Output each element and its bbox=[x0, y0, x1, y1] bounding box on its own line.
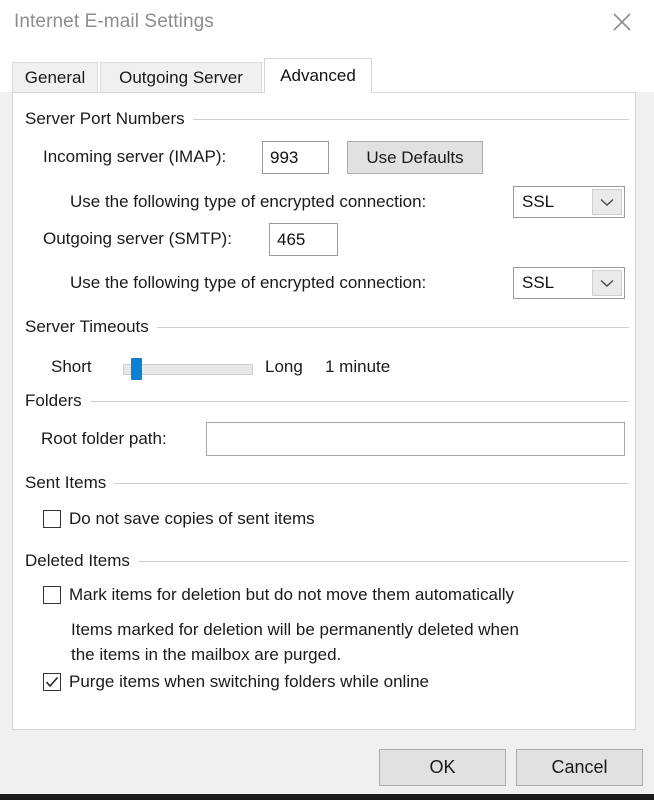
cancel-button-label: Cancel bbox=[551, 757, 608, 777]
tab-outgoing-server-label: Outgoing Server bbox=[119, 67, 243, 87]
chevron-down-icon[interactable] bbox=[592, 189, 622, 215]
tab-strip: General Outgoing Server Advanced bbox=[0, 48, 654, 93]
server-timeout-slider[interactable] bbox=[123, 364, 253, 375]
timeout-long-label: Long bbox=[265, 357, 303, 376]
ok-button-label: OK bbox=[429, 757, 456, 777]
server-timeout-slider-thumb[interactable] bbox=[131, 358, 142, 380]
checkbox-box-checked-icon bbox=[43, 673, 61, 691]
deleted-items-help-text: Items marked for deletion will be perman… bbox=[71, 620, 519, 664]
incoming-encryption-value: SSL bbox=[522, 192, 555, 211]
tab-outgoing-server[interactable]: Outgoing Server bbox=[100, 62, 262, 92]
checkbox-box-icon bbox=[43, 510, 61, 528]
checkbox-box-icon bbox=[43, 586, 61, 604]
use-defaults-label: Use Defaults bbox=[366, 147, 464, 167]
page-title: Internet E-mail Settings bbox=[14, 11, 214, 32]
close-icon[interactable] bbox=[596, 0, 648, 44]
group-label-sent-items: Sent Items bbox=[25, 473, 115, 493]
group-label-deleted-items: Deleted Items bbox=[25, 551, 138, 571]
tab-general[interactable]: General bbox=[12, 62, 98, 92]
do-not-save-copies-checkbox[interactable]: Do not save copies of sent items bbox=[43, 508, 315, 530]
outgoing-encryption-label: Use the following type of encrypted conn… bbox=[70, 273, 427, 292]
incoming-encryption-label: Use the following type of encrypted conn… bbox=[70, 192, 427, 211]
root-folder-path-label: Root folder path: bbox=[41, 429, 167, 448]
group-label-server-timeouts: Server Timeouts bbox=[25, 317, 157, 337]
mark-items-for-deletion-label: Mark items for deletion but do not move … bbox=[69, 585, 515, 604]
group-divider-sent-items bbox=[25, 483, 629, 484]
outgoing-encryption-select[interactable]: SSL bbox=[513, 267, 625, 299]
group-label-folders: Folders bbox=[25, 391, 90, 411]
purge-items-label: Purge items when switching folders while… bbox=[69, 672, 430, 691]
tab-advanced[interactable]: Advanced bbox=[264, 58, 372, 93]
timeout-value-label: 1 minute bbox=[325, 357, 391, 376]
root-folder-path-input[interactable] bbox=[206, 422, 625, 456]
incoming-server-port-input[interactable] bbox=[262, 141, 329, 174]
window-bottom-edge bbox=[0, 794, 654, 800]
mark-items-for-deletion-checkbox[interactable]: Mark items for deletion but do not move … bbox=[43, 584, 514, 606]
timeout-short-label: Short bbox=[51, 357, 92, 376]
group-label-server-port-numbers: Server Port Numbers bbox=[25, 109, 193, 129]
chevron-down-icon[interactable] bbox=[592, 270, 622, 296]
advanced-tab-panel: Server Port Numbers Incoming server (IMA… bbox=[12, 92, 636, 730]
incoming-server-label: Incoming server (IMAP): bbox=[43, 147, 227, 166]
outgoing-server-port-input[interactable] bbox=[269, 223, 338, 256]
title-bar: Internet E-mail Settings bbox=[0, 0, 654, 48]
outgoing-server-label: Outgoing server (SMTP): bbox=[43, 229, 232, 248]
tab-general-label: General bbox=[24, 67, 86, 87]
do-not-save-copies-label: Do not save copies of sent items bbox=[69, 509, 315, 528]
cancel-button[interactable]: Cancel bbox=[516, 749, 643, 786]
purge-items-checkbox[interactable]: Purge items when switching folders while… bbox=[43, 671, 429, 693]
group-divider-folders bbox=[25, 401, 629, 402]
internet-email-settings-dialog: Internet E-mail Settings General Outgoin… bbox=[0, 0, 654, 800]
outgoing-encryption-value: SSL bbox=[522, 273, 555, 292]
tab-advanced-label: Advanced bbox=[280, 66, 356, 85]
use-defaults-button[interactable]: Use Defaults bbox=[347, 141, 483, 174]
ok-button[interactable]: OK bbox=[379, 749, 506, 786]
incoming-encryption-select[interactable]: SSL bbox=[513, 186, 625, 218]
